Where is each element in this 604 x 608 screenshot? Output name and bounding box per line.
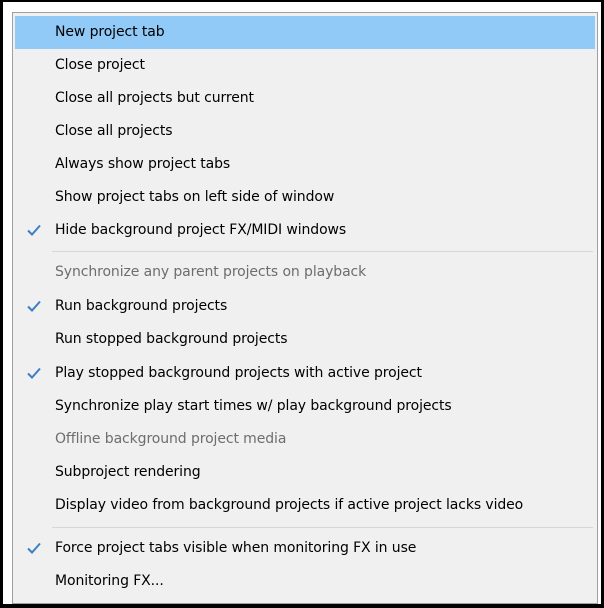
checkmark-icon [27,224,41,236]
menu-item-hide-background-fx-midi[interactable]: Hide background project FX/MIDI windows [15,214,595,247]
menu-item-subproject-rendering[interactable]: Subproject rendering [15,456,595,489]
menu-item-monitoring-fx[interactable]: Monitoring FX... [15,565,595,598]
menu-item-label: Monitoring FX... [55,573,164,589]
checkmark-icon [27,542,41,554]
menu-item-play-stopped-background-projects[interactable]: Play stopped background projects with ac… [15,357,595,390]
menu-separator [52,527,593,528]
menu-item-offline-background-media: Offline background project media [15,423,595,456]
menu-item-force-project-tabs-visible[interactable]: Force project tabs visible when monitori… [15,532,595,565]
menu-item-synchronize-play-start-times[interactable]: Synchronize play start times w/ play bac… [15,390,595,423]
checkmark-icon [27,300,41,312]
menu-item-run-background-projects[interactable]: Run background projects [15,290,595,323]
project-menu: New project tab Close project Close all … [12,12,598,604]
menu-item-label: Play stopped background projects with ac… [55,365,422,381]
menu-item-label: Run stopped background projects [55,331,288,347]
menu-item-show-tabs-left-side[interactable]: Show project tabs on left side of window [15,181,595,214]
checkmark-icon [27,367,41,379]
menu-item-label: Close all projects [55,123,173,139]
menu-item-label: Offline background project media [55,431,287,447]
menu-item-label: Close project [55,57,145,73]
menu-item-label: Subproject rendering [55,464,201,480]
menu-item-display-video-background[interactable]: Display video from background projects i… [15,489,595,522]
menu-item-close-project[interactable]: Close project [15,49,595,82]
menu-item-label: New project tab [55,24,165,40]
menu-item-label: Display video from background projects i… [55,497,524,513]
menu-item-close-all-projects[interactable]: Close all projects [15,115,595,148]
menu-item-label: Synchronize any parent projects on playb… [55,264,367,280]
menu-item-close-all-but-current[interactable]: Close all projects but current [15,82,595,115]
menu-item-label: Close all projects but current [55,90,254,106]
menu-item-label: Hide background project FX/MIDI windows [55,222,347,238]
menu-separator [52,251,593,252]
menu-item-always-show-project-tabs[interactable]: Always show project tabs [15,148,595,181]
menu-item-label: Synchronize play start times w/ play bac… [55,398,452,414]
menu-item-label: Force project tabs visible when monitori… [55,540,417,556]
menu-item-label: Always show project tabs [55,156,231,172]
menu-item-label: Show project tabs on left side of window [55,189,335,205]
menu-item-synchronize-parent-projects: Synchronize any parent projects on playb… [15,256,595,289]
menu-frame: New project tab Close project Close all … [0,0,604,608]
menu-item-new-project-tab[interactable]: New project tab [15,16,595,49]
menu-item-label: Run background projects [55,298,228,314]
menu-item-run-stopped-background-projects[interactable]: Run stopped background projects [15,323,595,356]
